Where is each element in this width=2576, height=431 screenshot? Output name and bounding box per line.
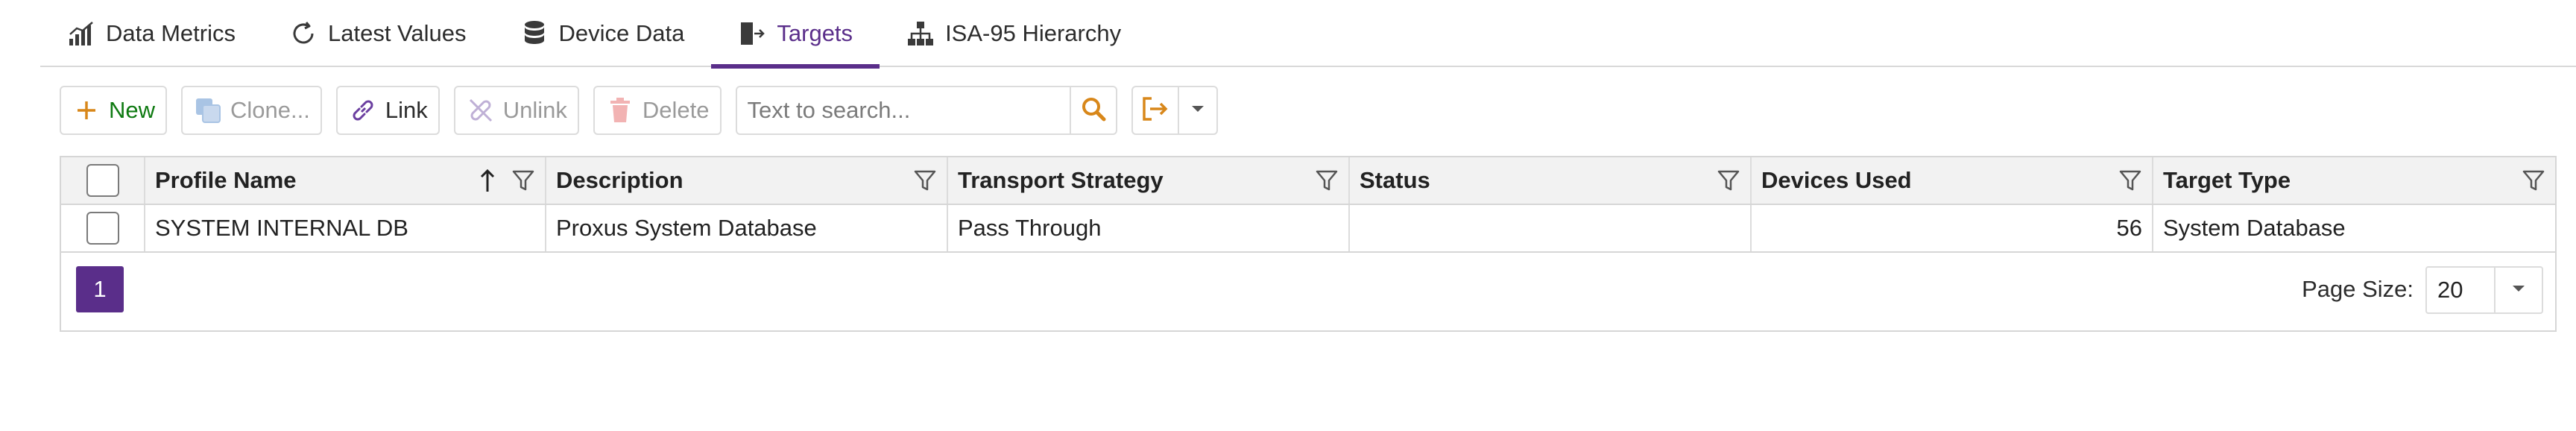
hierarchy-icon [906,19,935,48]
page-size-value: 20 [2427,268,2496,312]
cell-target-type[interactable]: System Database [2153,205,2555,251]
filter-icon[interactable] [2522,169,2545,192]
database-icon [520,19,549,48]
column-header-label: Description [556,167,684,193]
refresh-icon [289,19,318,48]
link-button[interactable]: Link [335,86,440,135]
column-header-transport-strategy[interactable]: Transport Strategy [948,157,1350,204]
tab-label: Latest Values [327,20,467,46]
cell-devices-used[interactable]: 56 [1752,205,2153,251]
column-header-profile-name[interactable]: Profile Name [145,157,546,204]
tab-latest-values[interactable]: Latest Values [262,0,493,67]
tab-targets[interactable]: Targets [711,0,880,69]
page-size-select[interactable]: 20 [2425,266,2543,314]
new-button[interactable]: New [60,86,168,135]
tab-bar: Data Metrics Latest Values Device Data T… [40,0,2576,69]
export-split-button [1131,86,1218,135]
tab-label: ISA-95 Hierarchy [945,20,1122,46]
link-button-label: Link [385,97,428,123]
link-icon [348,95,378,125]
targets-grid: Profile Name Description Transport Strat… [60,156,2557,332]
search-input[interactable] [736,87,1070,133]
filter-icon[interactable] [512,169,534,192]
column-header-devices-used[interactable]: Devices Used [1752,157,2153,204]
delete-button-label: Delete [642,97,710,123]
clone-icon [193,95,223,125]
table-row[interactable]: SYSTEM INTERNAL DB Proxus System Databas… [61,205,2555,253]
filter-icon[interactable] [914,169,936,192]
export-icon [738,19,766,48]
tab-device-data[interactable]: Device Data [493,0,712,67]
tab-isa95-hierarchy[interactable]: ISA-95 Hierarchy [880,0,1148,67]
column-header-target-type[interactable]: Target Type [2153,157,2555,204]
tab-label: Targets [777,20,853,46]
sort-ascending-icon[interactable] [478,168,497,193]
export-dropdown-button[interactable] [1179,87,1216,133]
row-select-cell [61,205,145,251]
column-header-label: Transport Strategy [958,167,1164,193]
select-all-cell [61,157,145,204]
unlink-icon [466,95,496,125]
page-size-label: Page Size: [2302,276,2414,302]
pager: 1 Page Size: 20 [61,253,2555,330]
bar-chart-icon [67,19,95,48]
toolbar: New Clone... Link Unlink Delete Text to … [60,86,1218,135]
unlink-button-label: Unlink [502,97,567,123]
page-size-dropdown-button[interactable] [2496,268,2542,312]
search-button[interactable] [1069,87,1116,133]
column-header-label: Target Type [2163,167,2291,193]
caret-down-icon [2511,283,2526,297]
column-header-status[interactable]: Status [1350,157,1752,204]
plus-icon [72,95,101,125]
cell-description[interactable]: Proxus System Database [546,205,948,251]
filter-icon[interactable] [2119,169,2141,192]
column-header-label: Profile Name [155,167,297,193]
tab-label: Data Metrics [106,20,236,46]
delete-button[interactable]: Delete [593,86,722,135]
clone-button[interactable]: Clone... [181,86,322,135]
filter-icon[interactable] [1717,169,1740,192]
clone-button-label: Clone... [230,97,310,123]
cell-profile-name[interactable]: SYSTEM INTERNAL DB [145,205,546,251]
column-header-label: Status [1360,167,1430,193]
trash-icon [605,95,635,125]
tab-data-metrics[interactable]: Data Metrics [40,0,262,67]
tab-label: Device Data [558,20,685,46]
unlink-button[interactable]: Unlink [453,86,579,135]
new-button-label: New [109,97,156,123]
column-header-description[interactable]: Description [546,157,948,204]
search-icon [1080,95,1107,126]
column-header-label: Devices Used [1761,167,1912,193]
export-button[interactable] [1133,87,1179,133]
grid-header-row: Profile Name Description Transport Strat… [61,157,2555,205]
cell-transport-strategy[interactable]: Pass Through [948,205,1350,251]
caret-down-icon [1190,104,1205,117]
row-checkbox[interactable] [86,212,119,245]
export-icon [1141,96,1169,125]
cell-status[interactable] [1350,205,1752,251]
select-all-checkbox[interactable] [86,164,119,197]
search-box [735,86,1117,135]
page-button[interactable]: 1 [76,266,124,312]
filter-icon[interactable] [1316,169,1338,192]
